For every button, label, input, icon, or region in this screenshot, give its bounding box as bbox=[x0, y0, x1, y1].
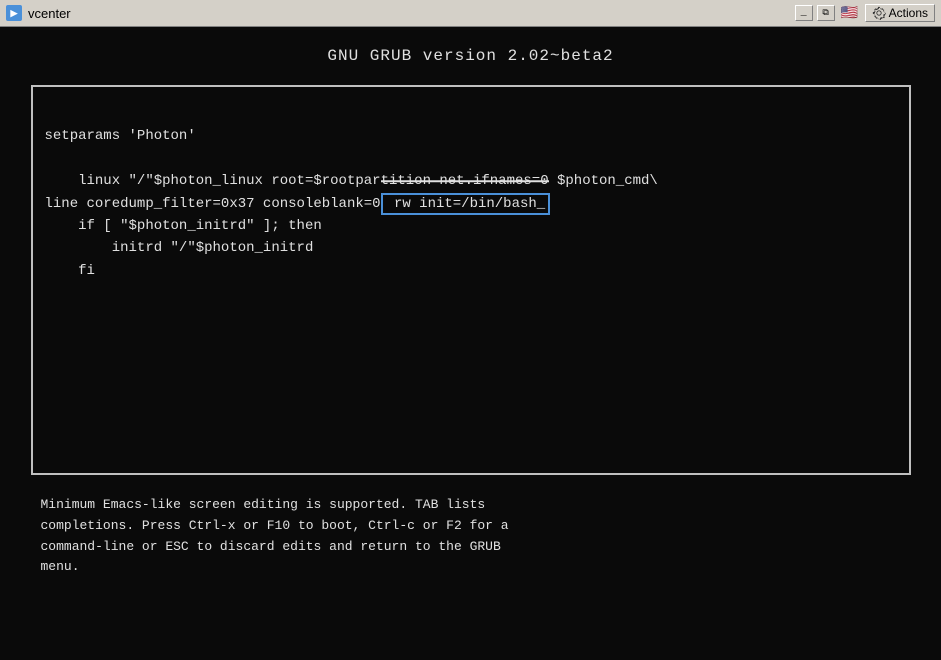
title-bar: ▶ vcenter _ ⧉ 🇺🇸 Actions bbox=[0, 0, 941, 27]
maximize-button[interactable]: ⧉ bbox=[817, 5, 835, 21]
footer-line4: menu. bbox=[41, 557, 901, 578]
title-bar-controls: _ ⧉ 🇺🇸 Actions bbox=[795, 4, 935, 22]
grub-editor-box[interactable]: setparams 'Photon' linux "/"$photon_linu… bbox=[31, 85, 911, 475]
grub-footer: Minimum Emacs-like screen editing is sup… bbox=[31, 495, 911, 578]
footer-line3: command-line or ESC to discard edits and… bbox=[41, 537, 901, 558]
minimize-button[interactable]: _ bbox=[795, 5, 813, 21]
highlighted-command: rw init=/bin/bash_ bbox=[381, 193, 551, 215]
app-icon: ▶ bbox=[6, 5, 22, 21]
actions-label: Actions bbox=[889, 6, 928, 20]
window-title: vcenter bbox=[28, 6, 71, 21]
striked-text: tition net.ifnames=0 bbox=[381, 170, 549, 192]
grub-header: GNU GRUB version 2.02~beta2 bbox=[327, 47, 613, 65]
grub-code: setparams 'Photon' linux "/"$photon_linu… bbox=[45, 103, 897, 305]
flag-icon: 🇺🇸 bbox=[839, 5, 861, 21]
title-bar-left: ▶ vcenter bbox=[6, 5, 71, 21]
footer-line1: Minimum Emacs-like screen editing is sup… bbox=[41, 495, 901, 516]
footer-line2: completions. Press Ctrl-x or F10 to boot… bbox=[41, 516, 901, 537]
main-content: GNU GRUB version 2.02~beta2 setparams 'P… bbox=[0, 27, 941, 660]
code-linux-line: linux "/"$photon_linux root=$rootpartiti… bbox=[45, 173, 658, 279]
gear-icon bbox=[872, 6, 886, 20]
code-setparams: setparams 'Photon' bbox=[45, 128, 196, 144]
actions-button[interactable]: Actions bbox=[865, 4, 935, 22]
